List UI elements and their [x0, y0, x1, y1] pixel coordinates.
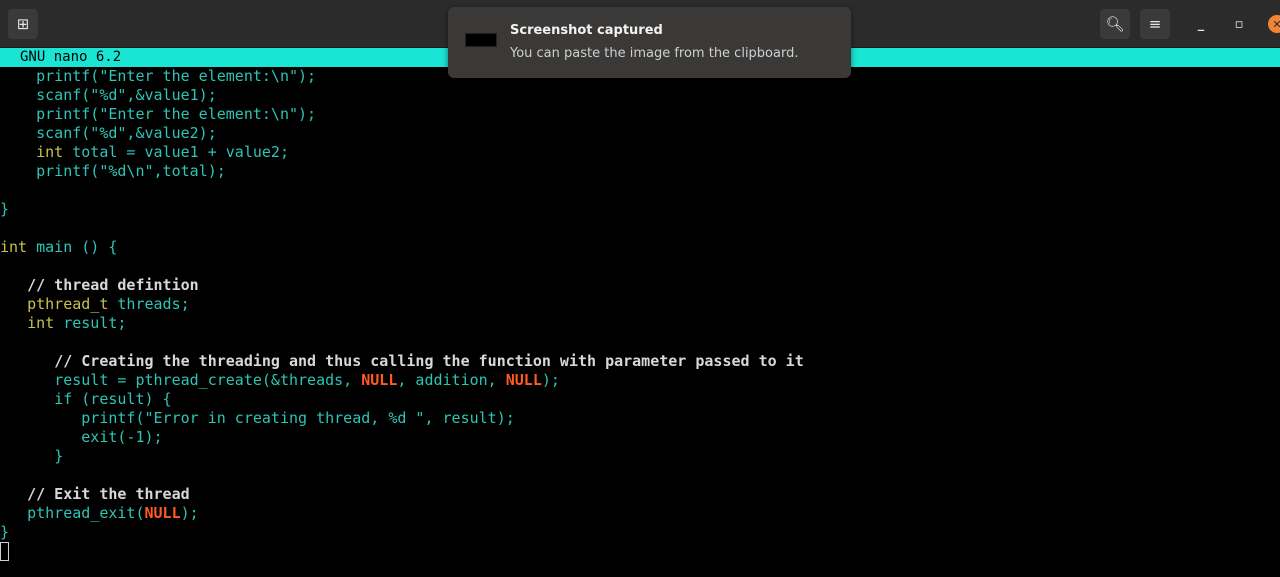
- code-line: printf("Enter the element:\n");: [0, 105, 1280, 124]
- code-comment: // Exit the thread: [27, 485, 190, 503]
- code-text: result = pthread_create(&threads,: [54, 371, 362, 389]
- null-constant: NULL: [144, 504, 181, 522]
- code-line: printf("%d\n",total);: [0, 162, 1280, 181]
- code-line: pthread_exit(NULL);: [0, 504, 1280, 523]
- code-text: , addition,: [397, 371, 506, 389]
- code-editor[interactable]: printf("Enter the element:\n"); scanf("%…: [0, 67, 1280, 542]
- notification-body: You can paste the image from the clipboa…: [510, 46, 799, 61]
- code-text: main () {: [27, 238, 118, 256]
- code-text: pthread_exit(: [27, 504, 145, 522]
- code-text: exit(-1);: [81, 428, 163, 446]
- code-line: exit(-1);: [0, 428, 1280, 447]
- code-line: // thread defintion: [0, 276, 1280, 295]
- code-text: scanf("%d",&value2);: [0, 124, 217, 142]
- code-line: }: [0, 200, 1280, 219]
- code-line: result = pthread_create(&threads, NULL, …: [0, 371, 1280, 390]
- code-text: );: [541, 371, 560, 389]
- notification-title: Screenshot captured: [510, 23, 663, 38]
- minimize-icon[interactable]: _: [1186, 9, 1216, 39]
- code-text: if (result) {: [54, 390, 172, 408]
- null-constant: NULL: [505, 371, 542, 389]
- code-text: printf("Error in creating thread, %d ", …: [81, 409, 515, 427]
- code-line: if (result) {: [0, 390, 1280, 409]
- code-text: }: [54, 447, 64, 465]
- code-line: }: [0, 523, 1280, 542]
- keyword: int: [27, 314, 55, 332]
- code-line: }: [0, 447, 1280, 466]
- code-line: scanf("%d",&value2);: [0, 124, 1280, 143]
- code-text: total = value1 + value2;: [63, 143, 289, 161]
- nano-version-label: GNU nano 6.2: [20, 49, 122, 65]
- code-text: printf("Enter the element:\n");: [0, 67, 317, 85]
- search-icon[interactable]: 🔍︎: [1100, 9, 1130, 39]
- code-line: // Exit the thread: [0, 485, 1280, 504]
- screenshot-thumbnail-icon: [465, 33, 497, 47]
- keyword: int: [36, 143, 64, 161]
- code-line: pthread_t threads;: [0, 295, 1280, 314]
- code-comment: // thread defintion: [27, 276, 199, 294]
- code-comment: // Creating the threading and thus calli…: [54, 352, 804, 370]
- code-text: }: [0, 523, 10, 541]
- code-line: scanf("%d",&value1);: [0, 86, 1280, 105]
- new-tab-icon[interactable]: ⊞: [8, 9, 38, 39]
- close-icon[interactable]: ✕: [1268, 15, 1280, 33]
- code-text: scanf("%d",&value1);: [0, 86, 217, 104]
- code-text: threads;: [108, 295, 190, 313]
- screenshot-notification[interactable]: Screenshot captured You can paste the im…: [448, 7, 851, 78]
- code-line: int main () {: [0, 238, 1280, 257]
- keyword: pthread_t: [27, 295, 109, 313]
- hamburger-menu-icon[interactable]: ≡: [1140, 9, 1170, 39]
- maximize-icon[interactable]: ▫: [1224, 9, 1254, 39]
- code-line: int result;: [0, 314, 1280, 333]
- code-text: }: [0, 200, 10, 218]
- keyword: int: [0, 238, 28, 256]
- text-cursor: [0, 542, 9, 561]
- code-line: // Creating the threading and thus calli…: [0, 352, 1280, 371]
- code-line: int total = value1 + value2;: [0, 143, 1280, 162]
- null-constant: NULL: [361, 371, 398, 389]
- code-text: printf("%d\n",total);: [0, 162, 226, 180]
- code-line: printf("Error in creating thread, %d ", …: [0, 409, 1280, 428]
- code-text: printf("Enter the element:\n");: [0, 105, 317, 123]
- code-text: result;: [54, 314, 127, 332]
- code-text: );: [180, 504, 199, 522]
